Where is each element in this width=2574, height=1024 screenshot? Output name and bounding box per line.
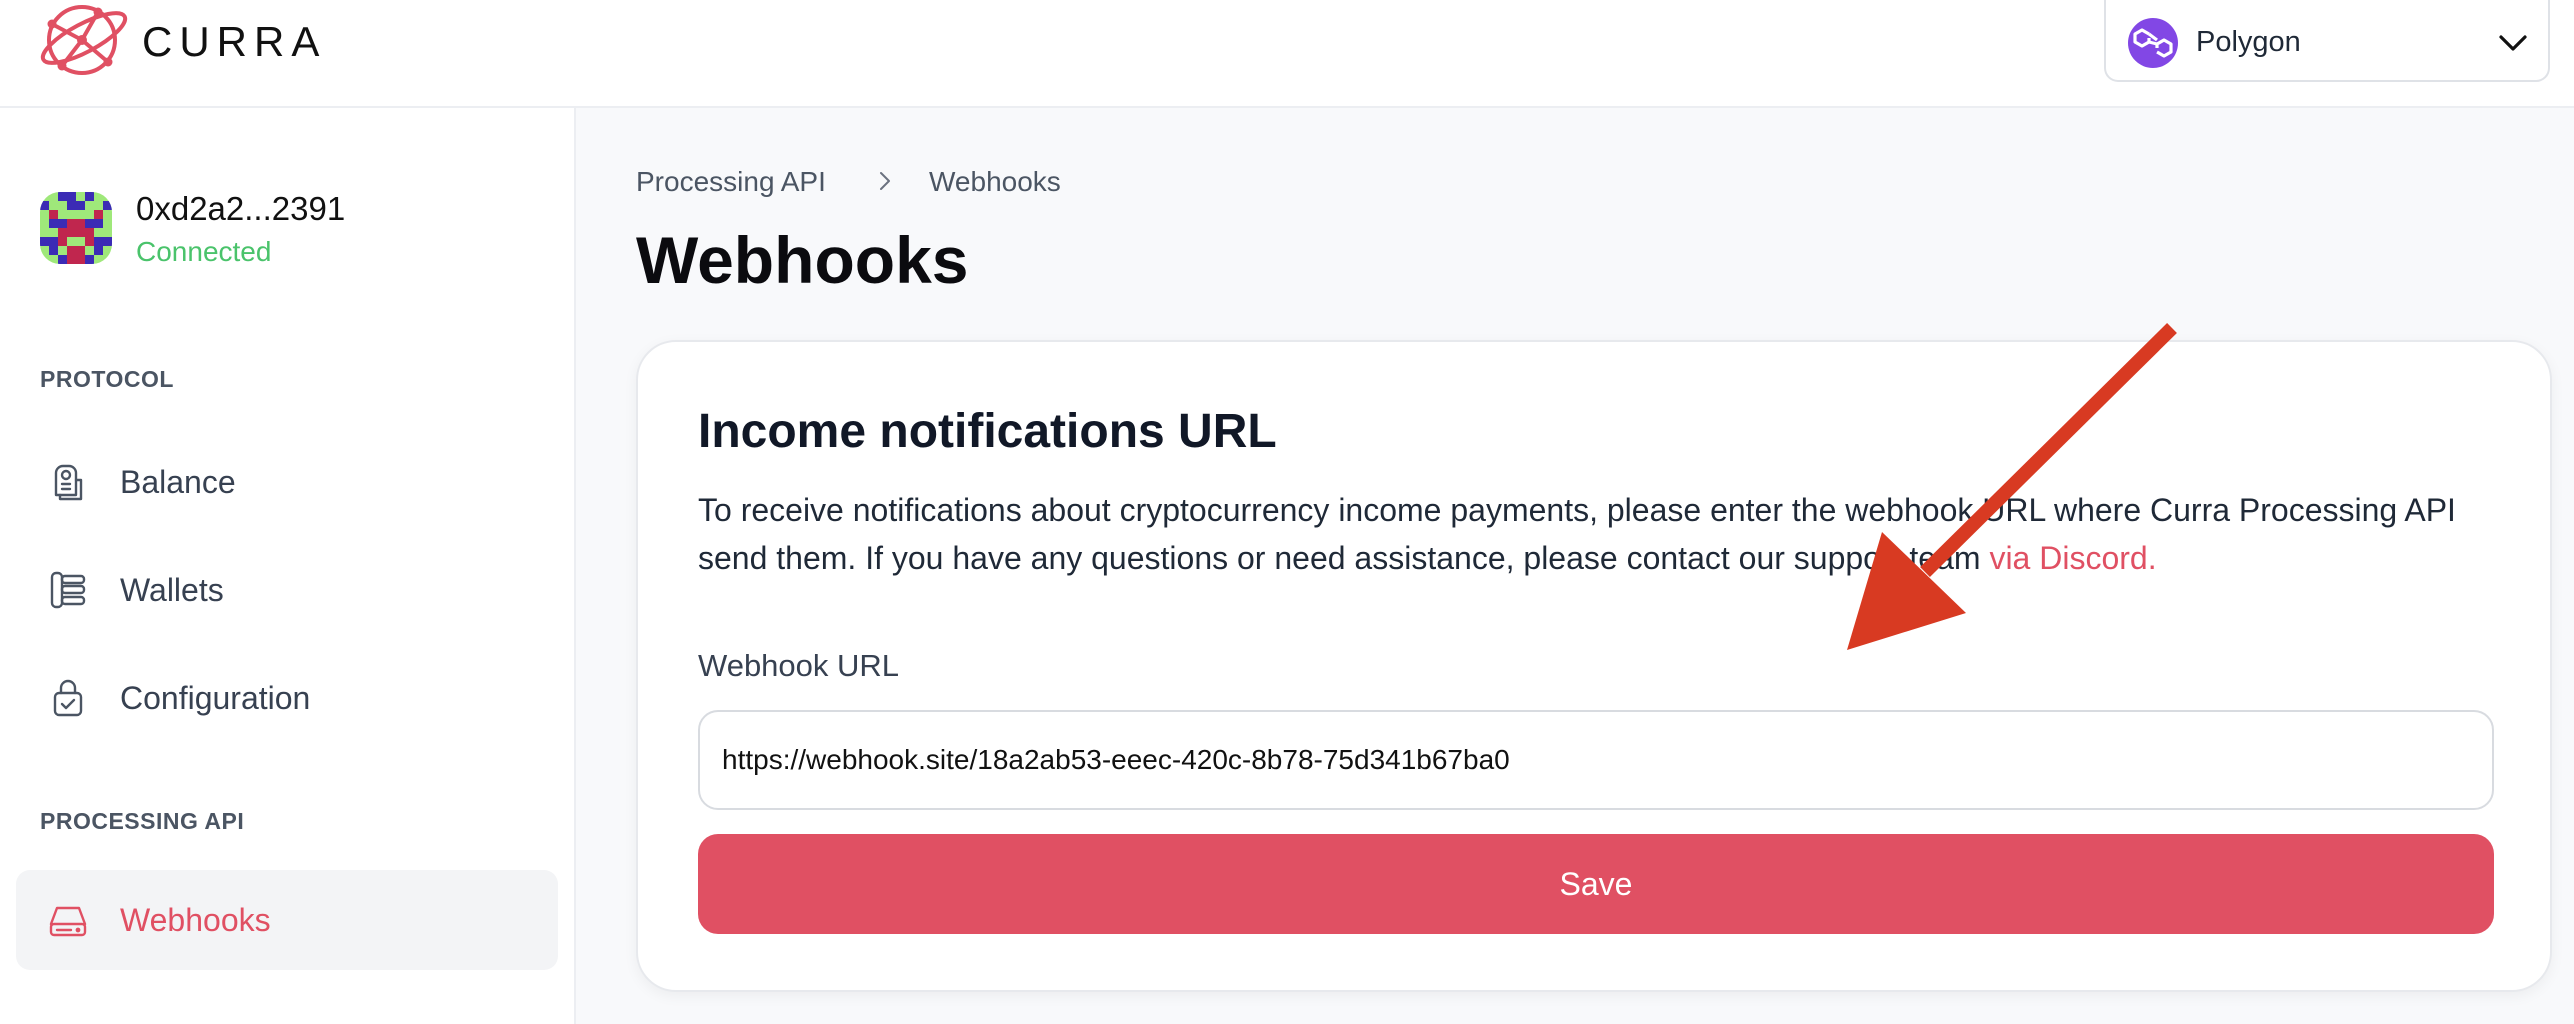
- configuration-icon: [53, 679, 83, 717]
- sidebar-item-label: Wallets: [120, 572, 224, 608]
- balance-icon: [54, 464, 83, 501]
- page-title: Webhooks: [636, 223, 969, 297]
- network-selector[interactable]: Polygon: [2104, 0, 2550, 82]
- sidebar-item-configuration[interactable]: Configuration: [16, 648, 558, 748]
- sidebar-item-label: Balance: [120, 464, 236, 500]
- network-label: Polygon: [2196, 26, 2301, 58]
- discord-link[interactable]: via Discord.: [1989, 540, 2156, 576]
- webhooks-icon: [49, 906, 87, 937]
- top-bar: CURRA Polygon: [0, 0, 2574, 108]
- breadcrumb-processing-api[interactable]: Processing API: [636, 164, 826, 200]
- save-button[interactable]: Save: [698, 834, 2494, 934]
- section-label-processing-api: PROCESSING API: [40, 808, 245, 834]
- section-label-protocol: PROTOCOL: [40, 366, 174, 392]
- account-address: 0xd2a2...2391: [136, 190, 346, 227]
- sidebar-item-wallets[interactable]: Wallets: [16, 540, 558, 640]
- sidebar-item-balance[interactable]: Balance: [16, 432, 558, 532]
- breadcrumb-webhooks: Webhooks: [929, 166, 1061, 197]
- brand-name: CURRA: [142, 18, 327, 65]
- webhook-url-input[interactable]: [698, 710, 2494, 810]
- chevron-right-icon: [880, 172, 890, 190]
- webhook-url-label: Webhook URL: [698, 648, 900, 683]
- card-title: Income notifications URL: [698, 405, 1277, 458]
- avatar: [40, 192, 112, 264]
- sidebar-item-webhooks[interactable]: Webhooks: [16, 870, 558, 970]
- sidebar: 0xd2a2...2391 Connected PROTOCOL Balance…: [0, 108, 576, 1024]
- sidebar-item-label: Configuration: [120, 680, 311, 716]
- sidebar-item-label: Webhooks: [120, 902, 271, 938]
- card-description: To receive notifications about cryptocur…: [698, 486, 2498, 582]
- webhook-settings-card: Income notifications URL To receive noti…: [636, 340, 2552, 992]
- chevron-down-icon: [2499, 35, 2527, 51]
- curra-logo-icon[interactable]: [38, 0, 134, 82]
- description-text: To receive notifications about cryptocur…: [698, 492, 2456, 576]
- connection-status: Connected: [136, 236, 272, 267]
- wallets-icon: [50, 571, 86, 609]
- polygon-icon: [2128, 18, 2178, 68]
